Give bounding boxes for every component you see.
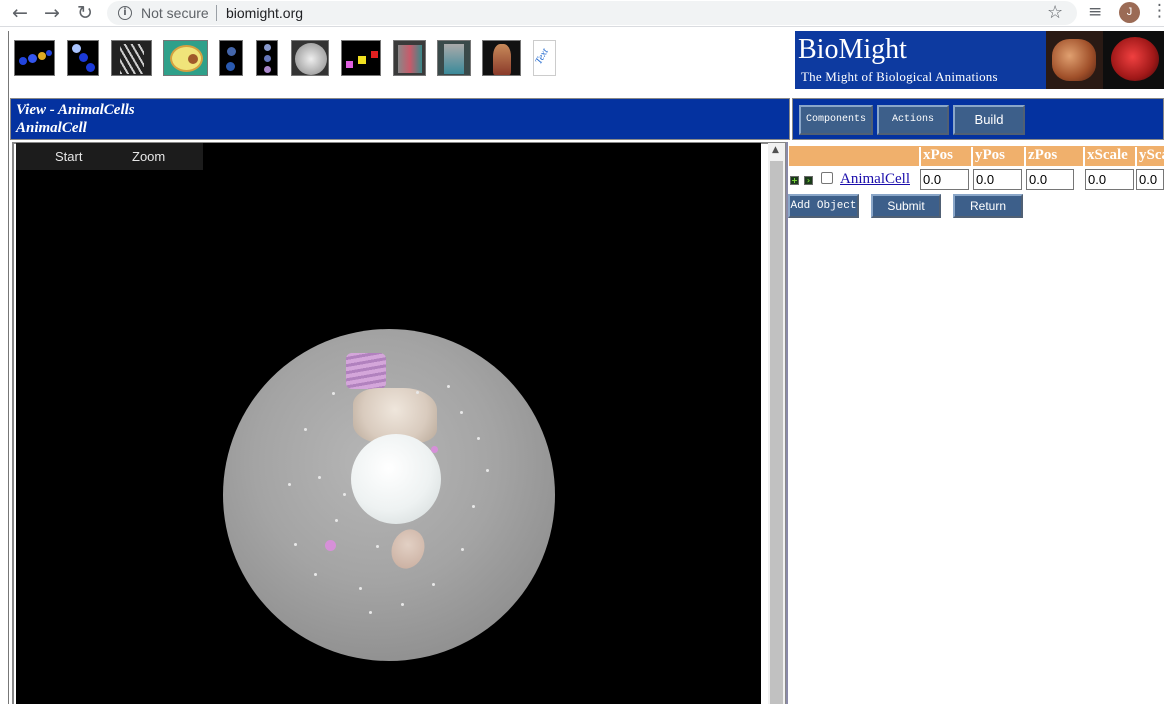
col-xpos: xPos xyxy=(919,147,971,166)
ribosome xyxy=(294,543,297,546)
ribosome xyxy=(416,391,419,394)
ribosome xyxy=(376,545,379,548)
thumb-colored-cubes[interactable] xyxy=(341,40,381,76)
submit-button[interactable]: Submit xyxy=(871,194,941,218)
return-button[interactable]: Return xyxy=(953,194,1023,218)
vesicle xyxy=(325,540,336,551)
bookmark-star-icon[interactable]: ☆ xyxy=(1047,2,1063,23)
thumb-blue-spheres[interactable] xyxy=(67,40,99,76)
view-title-bar: View - AnimalCells AnimalCell xyxy=(10,98,790,140)
security-label: Not secure xyxy=(141,5,209,21)
ribosome xyxy=(460,411,463,414)
viewer-toolbar: Start Zoom xyxy=(16,143,203,170)
zoom-button[interactable]: Zoom xyxy=(132,149,165,164)
ribosome xyxy=(332,392,335,395)
golgi-apparatus xyxy=(346,353,386,389)
thumb-grey-cell[interactable] xyxy=(291,40,329,76)
ribosome xyxy=(288,483,291,486)
thumb-tissue[interactable] xyxy=(393,40,426,76)
info-icon[interactable]: i xyxy=(118,6,132,20)
panel-divider xyxy=(786,142,788,704)
ribosome xyxy=(447,385,450,388)
scroll-up-arrow-icon[interactable]: ▲ xyxy=(772,145,779,155)
biomight-banner: BioMight The Might of Biological Animati… xyxy=(795,31,1164,89)
reload-icon[interactable]: ↻ xyxy=(73,2,97,24)
ribosome xyxy=(369,611,372,614)
thumb-skeleton[interactable] xyxy=(437,40,471,76)
ribosome xyxy=(486,469,489,472)
xscale-input[interactable] xyxy=(1085,169,1134,190)
thumb-organelle[interactable] xyxy=(219,40,243,76)
build-button[interactable]: Build xyxy=(953,105,1025,135)
ribosome xyxy=(477,437,480,440)
actions-button[interactable]: Actions xyxy=(877,105,949,135)
xpos-input[interactable] xyxy=(920,169,969,190)
thumb-cell-stack[interactable] xyxy=(256,40,278,76)
view-title: View - AnimalCells xyxy=(16,102,135,118)
ypos-input[interactable] xyxy=(973,169,1022,190)
banner-organ-image xyxy=(1046,31,1103,89)
forward-arrow-icon[interactable]: → xyxy=(40,2,64,24)
browser-toolbar: ← → ↻ i Not secure biomight.org ☆ ≡ J ⋮ xyxy=(0,0,1164,27)
col-yscale: ySca xyxy=(1135,147,1164,166)
thumb-cell-diagram[interactable] xyxy=(163,40,208,76)
banner-title: BioMight xyxy=(798,34,907,65)
browser-menu-icon[interactable]: ⋮ xyxy=(1151,1,1164,21)
cell-nucleus xyxy=(351,434,441,524)
expand-plus-icon[interactable]: + xyxy=(790,176,799,185)
col-zpos: zPos xyxy=(1024,147,1076,166)
ribosome xyxy=(343,493,346,496)
action-toolbar: Components Actions Build xyxy=(792,98,1164,140)
banner-subtitle: The Might of Biological Animations xyxy=(801,69,998,84)
page-border xyxy=(8,31,9,704)
col-xscale: xScale xyxy=(1083,147,1135,166)
animalcell-link[interactable]: AnimalCell xyxy=(840,171,910,188)
ribosome xyxy=(335,519,338,522)
col-ypos: yPos xyxy=(971,147,1024,166)
select-arrow-icon[interactable]: › xyxy=(804,176,813,185)
ribosome xyxy=(401,603,404,606)
banner-virus-image xyxy=(1103,31,1164,89)
ribosome xyxy=(472,505,475,508)
properties-grid-header: xPos yPos zPos xScale ySca xyxy=(789,146,1164,166)
vesicle xyxy=(431,446,438,453)
yscale-input[interactable] xyxy=(1136,169,1164,190)
ribosome xyxy=(359,587,362,590)
thumb-human-body[interactable] xyxy=(482,40,521,76)
ribosome xyxy=(314,573,317,576)
view-subtitle: AnimalCell xyxy=(16,120,87,136)
scroll-thumb[interactable] xyxy=(770,161,783,704)
url-separator xyxy=(216,5,217,21)
ribosome xyxy=(432,583,435,586)
profile-avatar[interactable]: J xyxy=(1119,2,1140,23)
media-control-icon[interactable]: ≡ xyxy=(1088,2,1102,22)
add-object-button[interactable]: Add Object xyxy=(788,194,859,218)
thumb-molecule-chain[interactable] xyxy=(14,40,55,76)
ribosome xyxy=(461,548,464,551)
row-checkbox[interactable] xyxy=(821,172,833,184)
back-arrow-icon[interactable]: ← xyxy=(8,2,32,24)
thumb-dna-helix[interactable] xyxy=(111,40,152,76)
address-bar[interactable]: i Not secure biomight.org ☆ xyxy=(107,1,1077,25)
ribosome xyxy=(318,476,321,479)
ribosome xyxy=(304,428,307,431)
url-text[interactable]: biomight.org xyxy=(226,5,303,21)
components-button[interactable]: Components xyxy=(799,105,873,135)
3d-viewer-canvas[interactable]: Start Zoom xyxy=(16,143,761,704)
start-button[interactable]: Start xyxy=(55,149,82,164)
thumb-text-mode[interactable]: Text xyxy=(533,40,556,76)
thumb-text-label: Text xyxy=(533,46,551,67)
viewer-scrollbar[interactable]: ▲ xyxy=(768,143,785,704)
zpos-input[interactable] xyxy=(1026,169,1074,190)
